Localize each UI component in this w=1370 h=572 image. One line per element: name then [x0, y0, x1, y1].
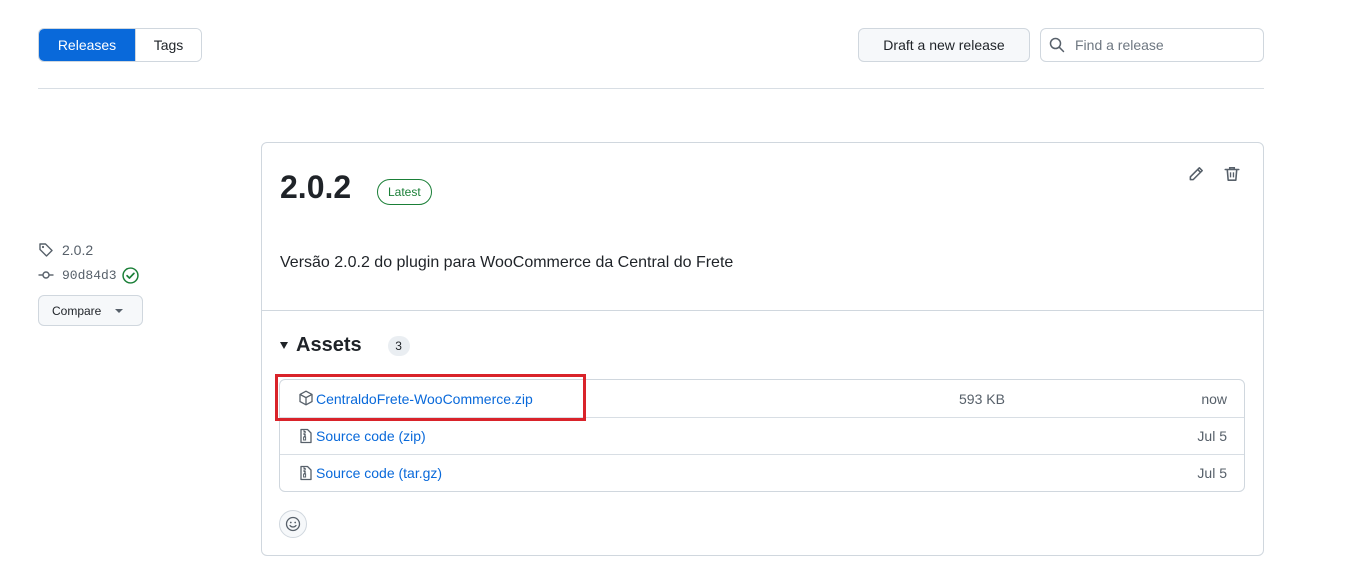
search-input[interactable]	[1075, 37, 1255, 53]
asset-date: now	[1201, 390, 1227, 407]
add-reaction-button[interactable]	[279, 510, 307, 538]
asset-size: 593 KB	[959, 390, 1005, 407]
asset-date: Jul 5	[1197, 465, 1227, 481]
package-icon	[299, 390, 313, 406]
draft-new-release-button[interactable]: Draft a new release	[858, 28, 1030, 62]
tag-icon	[39, 243, 53, 257]
trash-icon[interactable]	[1223, 165, 1241, 183]
latest-badge: Latest	[377, 179, 432, 205]
smiley-icon	[285, 516, 301, 532]
tag-link[interactable]: 2.0.2	[38, 240, 238, 260]
asset-date: Jul 5	[1197, 428, 1227, 444]
triangle-down-icon	[280, 342, 288, 349]
file-zip-icon	[300, 465, 312, 481]
assets-count-badge: 3	[387, 335, 410, 356]
asset-name: Source code	[316, 465, 395, 481]
search-icon	[1049, 37, 1065, 53]
verified-check-icon[interactable]	[121, 266, 139, 284]
tab-tags[interactable]: Tags	[135, 29, 201, 61]
releases-tags-nav: Releases Tags	[38, 28, 202, 62]
caret-down-icon	[115, 308, 124, 313]
asset-row: Source code (tar.gz) Jul 5	[280, 454, 1244, 491]
release-actions	[1187, 165, 1241, 183]
asset-format: (zip)	[398, 428, 426, 444]
asset-download-link[interactable]: CentraldoFrete-WooCommerce.zip	[316, 391, 533, 407]
find-release-search[interactable]	[1040, 28, 1264, 62]
asset-format: (tar.gz)	[398, 465, 443, 481]
file-zip-icon	[300, 428, 312, 444]
release-description: Versão 2.0.2 do plugin para WooCommerce …	[280, 254, 734, 271]
assets-toggle[interactable]: Assets 3	[280, 334, 410, 357]
compare-dropdown[interactable]: Compare	[38, 295, 143, 326]
commit-link[interactable]: 90d84d3	[38, 265, 238, 285]
compare-label: Compare	[52, 303, 102, 318]
assets-list: CentraldoFrete-WooCommerce.zip 593 KB no…	[279, 379, 1245, 492]
release-title[interactable]: 2.0.2	[280, 169, 351, 206]
pencil-icon[interactable]	[1187, 165, 1205, 183]
tab-releases[interactable]: Releases	[39, 29, 135, 61]
card-divider	[262, 310, 1263, 311]
releases-toolbar: Releases Tags Draft a new release	[38, 28, 1264, 62]
source-code-targz-link[interactable]: Source code (tar.gz)	[316, 465, 442, 481]
asset-name: Source code	[316, 428, 395, 444]
release-sidebar: 2.0.2 90d84d3 Compare	[38, 240, 238, 326]
assets-heading: Assets	[296, 334, 362, 356]
tag-name: 2.0.2	[62, 242, 94, 258]
commit-sha: 90d84d3	[62, 267, 117, 283]
release-card: 2.0.2 Latest Versão 2.0.2 do plugin para…	[261, 142, 1264, 556]
asset-row: Source code (zip) Jul 5	[280, 417, 1244, 454]
asset-name: CentraldoFrete-WooCommerce.zip	[316, 390, 533, 407]
git-commit-icon	[38, 271, 54, 279]
header-divider	[38, 88, 1264, 89]
source-code-zip-link[interactable]: Source code (zip)	[316, 428, 426, 444]
asset-row: CentraldoFrete-WooCommerce.zip 593 KB no…	[280, 380, 1244, 417]
